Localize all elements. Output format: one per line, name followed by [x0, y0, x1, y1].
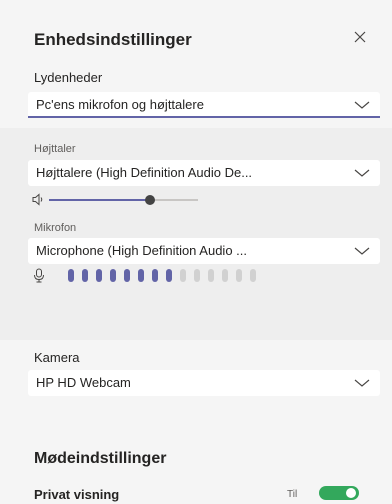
mic-level-bar [194, 269, 200, 282]
mic-level-bar [138, 269, 144, 282]
mic-level-bar [166, 269, 172, 282]
private-view-label: Privat visning [34, 487, 120, 502]
camera-dropdown[interactable]: HP HD Webcam [28, 370, 380, 396]
chevron-down-icon [354, 101, 370, 109]
camera-label: Kamera [34, 350, 80, 365]
mic-level-bar [208, 269, 214, 282]
chevron-down-icon [354, 247, 370, 255]
private-view-toggle[interactable] [319, 486, 359, 500]
microphone-value: Microphone (High Definition Audio ... [36, 243, 248, 258]
speaker-volume-row [32, 193, 232, 207]
close-button[interactable] [350, 27, 370, 47]
mic-level-bar [110, 269, 116, 282]
mic-level-bar [82, 269, 88, 282]
close-icon [354, 31, 366, 43]
toggle-knob [346, 488, 356, 498]
audio-device-dropdown[interactable]: Pc'ens mikrofon og højttalere [28, 92, 380, 118]
microphone-icon [34, 268, 44, 283]
microphone-label: Mikrofon [34, 222, 77, 234]
speaker-value: Højttalere (High Definition Audio De... [36, 165, 253, 180]
chevron-down-icon [354, 379, 370, 387]
microphone-dropdown[interactable]: Microphone (High Definition Audio ... [28, 238, 380, 264]
toggle-state-label: Til [287, 489, 298, 500]
audio-device-value: Pc'ens mikrofon og højttalere [36, 97, 204, 112]
private-view-row: Privat visning Til [34, 484, 374, 502]
device-settings-panel: Enhedsindstillinger Lydenheder Pc'ens mi… [0, 0, 392, 504]
panel-title: Enhedsindstillinger [34, 30, 192, 49]
mic-level-bar [180, 269, 186, 282]
microphone-level-row [32, 268, 312, 284]
meeting-settings-title: Mødeindstillinger [34, 450, 167, 467]
volume-thumb[interactable] [145, 195, 156, 205]
speaker-volume-slider[interactable] [49, 195, 198, 205]
microphone-level-meter [68, 269, 264, 282]
mic-level-bar [152, 269, 158, 282]
camera-value: HP HD Webcam [36, 375, 131, 390]
chevron-down-icon [354, 169, 370, 177]
speaker-dropdown[interactable]: Højttalere (High Definition Audio De... [28, 160, 380, 186]
mic-level-bar [250, 269, 256, 282]
speaker-icon [32, 193, 43, 206]
mic-level-bar [96, 269, 102, 282]
mic-level-bar [236, 269, 242, 282]
speaker-label: Højttaler [34, 143, 76, 155]
mic-level-bar [222, 269, 228, 282]
volume-fill [49, 199, 151, 201]
audio-devices-label: Lydenheder [34, 70, 103, 85]
mic-level-bar [124, 269, 130, 282]
mic-level-bar [68, 269, 74, 282]
